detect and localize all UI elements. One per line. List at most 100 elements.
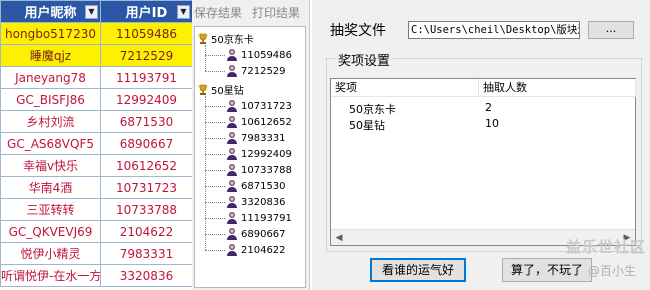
nickname-cell[interactable]: GC_QKVEVJ69 — [0, 220, 101, 243]
table-row[interactable]: GC_AS68VQF5 6890667 — [0, 132, 192, 155]
userid-cell[interactable]: 11193791 — [100, 66, 192, 89]
browse-button[interactable]: ... — [588, 21, 634, 39]
winner-id: 11059486 — [241, 49, 292, 61]
userid-cell[interactable]: 12992409 — [100, 88, 192, 111]
header-userid-label: 用户ID — [125, 6, 168, 21]
tree-winner-node[interactable]: 10731723 — [225, 99, 292, 113]
userid-cell[interactable]: 7983331 — [100, 242, 192, 265]
sort-filter-icon[interactable]: ▼ — [177, 5, 190, 19]
lottery-dialog: 抽奖文件 C:\Users\cheil\Desktop\版块活 ... 奖项设置… — [312, 0, 650, 290]
table-row[interactable]: 三亚转转 10733788 — [0, 198, 192, 221]
table-row[interactable]: 听谓悦伊-在水一方 3320836 — [0, 264, 192, 287]
tree-group-label: 50京东卡 — [211, 35, 254, 46]
watermark-user: @百小生 — [588, 264, 637, 278]
save-results-button[interactable]: 保存结果 — [194, 4, 242, 21]
header-nickname-label: 用户昵称 — [24, 6, 77, 21]
column-prize[interactable]: 奖项 — [331, 79, 479, 97]
table-row[interactable]: hongbo517230 11059486 — [0, 22, 192, 45]
nickname-cell[interactable]: 乡村刘流 — [0, 110, 101, 133]
tree-winner-node[interactable]: 6871530 — [225, 179, 286, 193]
nickname-cell[interactable]: 华南4酒 — [0, 176, 101, 199]
nickname-cell[interactable]: GC_AS68VQF5 — [0, 132, 101, 155]
table-row[interactable]: 悦伊小精灵 7983331 — [0, 242, 192, 265]
tree-winner-node[interactable]: 11059486 — [225, 48, 292, 62]
tree-group-node[interactable]: 50星钻 — [197, 82, 244, 97]
tree-winner-node[interactable]: 6890667 — [225, 227, 286, 241]
winner-id: 10731723 — [241, 100, 292, 112]
userid-cell[interactable]: 6890667 — [100, 132, 192, 155]
prize-count-cell[interactable]: 2 — [485, 101, 492, 114]
nickname-cell[interactable]: 听谓悦伊-在水一方 — [0, 264, 101, 287]
winner-id: 10733788 — [241, 164, 292, 176]
nickname-cell[interactable]: 悦伊小精灵 — [0, 242, 101, 265]
table-row[interactable]: Janeyang78 11193791 — [0, 66, 192, 89]
table-row[interactable]: 华南4酒 10731723 — [0, 176, 192, 199]
prize-count-cell[interactable]: 10 — [485, 117, 499, 130]
userid-cell[interactable]: 11059486 — [100, 22, 192, 45]
screen: 用户昵称 ▼ 用户ID ▼ hongbo517230 11059486 睡魔qjz 721… — [0, 0, 650, 290]
prize-name-cell[interactable]: 50星钻 — [349, 117, 385, 133]
table-row[interactable]: GC_BISFJ86 12992409 — [0, 88, 192, 111]
tree-connector — [205, 154, 225, 155]
tree-connector — [205, 45, 206, 71]
winner-id: 6890667 — [241, 228, 286, 240]
user-icon — [225, 64, 239, 78]
prize-list[interactable]: 奖项 抽取人数 50京东卡 2 50星钻 10 ◀ ▶ — [330, 78, 636, 246]
prize-settings-title: 奖项设置 — [335, 50, 394, 69]
nickname-cell[interactable]: hongbo517230 — [0, 22, 101, 45]
userid-cell[interactable]: 10612652 — [100, 154, 192, 177]
tree-winner-node[interactable]: 3320836 — [225, 195, 286, 209]
tree-group-node[interactable]: 50京东卡 — [197, 31, 254, 46]
nickname-cell[interactable]: 幸福v快乐 — [0, 154, 101, 177]
nickname-cell[interactable]: Janeyang78 — [0, 66, 101, 89]
user-icon — [225, 48, 239, 62]
userid-cell[interactable]: 2104622 — [100, 220, 192, 243]
tree-connector — [205, 170, 225, 171]
table-row[interactable]: 乡村刘流 6871530 — [0, 110, 192, 133]
tree-winner-node[interactable]: 2104622 — [225, 243, 286, 257]
header-nickname[interactable]: 用户昵称 ▼ — [0, 0, 101, 23]
user-icon — [225, 227, 239, 241]
tree-connector — [205, 55, 225, 56]
user-icon — [225, 99, 239, 113]
tree-winner-node[interactable]: 11193791 — [225, 211, 292, 225]
tree-connector — [205, 122, 225, 123]
tree-connector — [205, 106, 225, 107]
tree-connector — [205, 218, 225, 219]
prize-name-cell[interactable]: 50京东卡 — [349, 101, 396, 117]
scroll-left-icon[interactable]: ◀ — [331, 230, 347, 246]
table-row[interactable]: GC_QKVEVJ69 2104622 — [0, 220, 192, 243]
results-tree[interactable]: 50京东卡 11059486 7212529 50星钻 10731723 10612652… — [194, 26, 306, 288]
trophy-icon — [197, 33, 209, 45]
table-row[interactable]: 睡魔qjz 7212529 — [0, 44, 192, 67]
nickname-cell[interactable]: 睡魔qjz — [0, 44, 101, 67]
tree-connector — [205, 234, 225, 235]
quit-button[interactable]: 算了，不玩了 — [502, 258, 592, 282]
userid-cell[interactable]: 7212529 — [100, 44, 192, 67]
file-path-field[interactable]: C:\Users\cheil\Desktop\版块活 — [408, 21, 580, 39]
winner-id: 6871530 — [241, 180, 286, 192]
userid-cell[interactable]: 10731723 — [100, 176, 192, 199]
tree-connector — [205, 96, 206, 250]
header-userid[interactable]: 用户ID ▼ — [100, 0, 192, 23]
userid-cell[interactable]: 3320836 — [100, 264, 192, 287]
tree-winner-node[interactable]: 12992409 — [225, 147, 292, 161]
column-count[interactable]: 抽取人数 — [479, 79, 636, 97]
user-icon — [225, 195, 239, 209]
tree-winner-node[interactable]: 10612652 — [225, 115, 292, 129]
tree-winner-node[interactable]: 10733788 — [225, 163, 292, 177]
filter-dropdown-icon[interactable]: ▼ — [85, 5, 98, 19]
print-results-button[interactable]: 打印结果 — [252, 4, 300, 21]
nickname-cell[interactable]: GC_BISFJ86 — [0, 88, 101, 111]
tree-winner-node[interactable]: 7212529 — [225, 64, 286, 78]
tree-winner-node[interactable]: 7983331 — [225, 131, 286, 145]
userid-cell[interactable]: 6871530 — [100, 110, 192, 133]
table-row[interactable]: 幸福v快乐 10612652 — [0, 154, 192, 177]
userid-cell[interactable]: 10733788 — [100, 198, 192, 221]
user-icon — [225, 243, 239, 257]
nickname-cell[interactable]: 三亚转转 — [0, 198, 101, 221]
tree-connector — [205, 202, 225, 203]
winner-id: 10612652 — [241, 116, 292, 128]
tree-group-label: 50星钻 — [211, 86, 244, 97]
draw-button[interactable]: 看谁的运气好 — [370, 258, 466, 282]
